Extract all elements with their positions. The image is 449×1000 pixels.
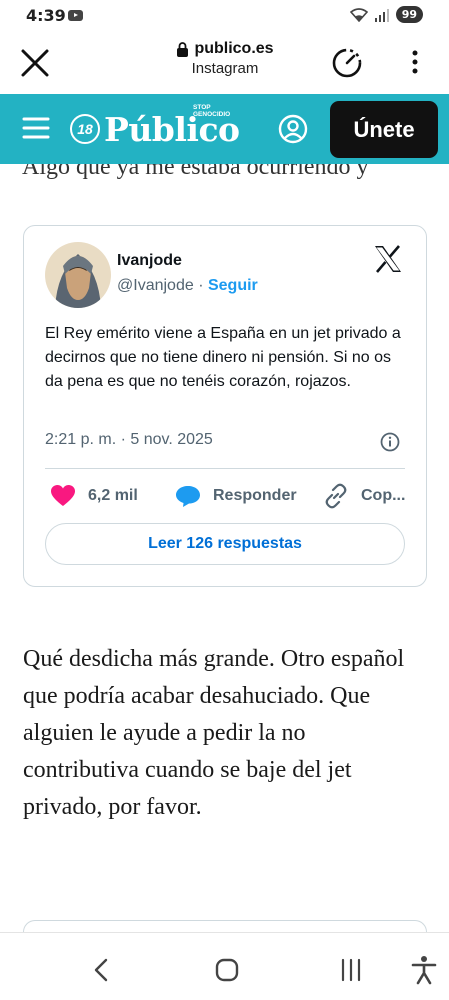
tweet-text: El Rey emérito viene a España en un jet … bbox=[45, 325, 401, 390]
copy-link-action[interactable]: Cop... bbox=[323, 481, 405, 511]
copy-label: Cop... bbox=[361, 487, 406, 504]
author-handle-row: @Ivanjode · Seguir bbox=[117, 277, 258, 295]
browser-toolbar: publico.es Instagram bbox=[0, 32, 449, 94]
tweet-embed[interactable]: Ivanjode @Ivanjode · Seguir El Rey eméri… bbox=[23, 225, 427, 587]
x-logo-icon[interactable] bbox=[373, 245, 403, 273]
tweet-divider bbox=[45, 468, 405, 469]
author-handle[interactable]: @Ivanjode bbox=[117, 277, 194, 294]
reply-label: Responder bbox=[213, 487, 297, 504]
signal-icon bbox=[374, 8, 389, 22]
link-icon bbox=[325, 483, 347, 509]
recent-apps-icon[interactable] bbox=[338, 957, 364, 983]
heart-icon bbox=[51, 485, 75, 506]
like-action[interactable]: 6,2 mil bbox=[50, 481, 138, 511]
youtube-icon bbox=[68, 10, 83, 21]
reply-action[interactable]: Responder bbox=[175, 481, 297, 511]
accessibility-icon[interactable] bbox=[410, 955, 438, 985]
status-icons: 99 bbox=[349, 6, 423, 23]
url-subtitle: Instagram bbox=[191, 60, 259, 77]
status-time: 4:39 bbox=[26, 6, 66, 25]
handle-separator: · bbox=[198, 277, 204, 294]
avatar[interactable] bbox=[45, 242, 111, 308]
menu-icon[interactable] bbox=[22, 116, 50, 140]
url-block[interactable]: publico.es Instagram bbox=[150, 40, 300, 77]
timer-icon[interactable] bbox=[330, 46, 364, 80]
wifi-icon bbox=[349, 7, 368, 22]
article-paragraph: Qué desdicha más grande. Otro español qu… bbox=[23, 646, 405, 820]
more-vert-icon[interactable] bbox=[405, 48, 425, 76]
home-icon[interactable] bbox=[214, 957, 240, 983]
close-icon[interactable] bbox=[20, 48, 50, 78]
author-name[interactable]: Ivanjode bbox=[117, 252, 182, 270]
system-nav-bar bbox=[0, 932, 449, 1000]
tweet-actions: 6,2 mil Responder Cop... bbox=[45, 481, 405, 511]
site-header: 18 Público STOP GENOCIDIO Únete bbox=[0, 94, 449, 164]
url-domain: publico.es bbox=[194, 40, 274, 57]
status-bar: 4:39 99 bbox=[0, 0, 449, 32]
comment-icon bbox=[176, 486, 200, 507]
anniversary-badge: 18 bbox=[70, 114, 100, 144]
tweet-timestamp[interactable]: 2:21 p. m. · 5 nov. 2025 bbox=[45, 431, 213, 449]
info-icon[interactable] bbox=[380, 432, 400, 452]
stop-genocidio-text: STOP GENOCIDIO bbox=[193, 104, 231, 118]
back-icon[interactable] bbox=[90, 957, 112, 983]
lock-icon bbox=[177, 41, 189, 57]
battery-icon: 99 bbox=[395, 6, 423, 23]
read-replies-button[interactable]: Leer 126 respuestas bbox=[45, 523, 405, 565]
follow-button[interactable]: Seguir bbox=[208, 277, 258, 294]
publico-logo[interactable]: 18 Público STOP GENOCIDIO bbox=[70, 102, 240, 156]
account-icon[interactable] bbox=[278, 114, 308, 144]
join-button[interactable]: Únete bbox=[330, 101, 438, 158]
url-line: publico.es bbox=[150, 40, 300, 58]
like-count: 6,2 mil bbox=[88, 487, 138, 504]
